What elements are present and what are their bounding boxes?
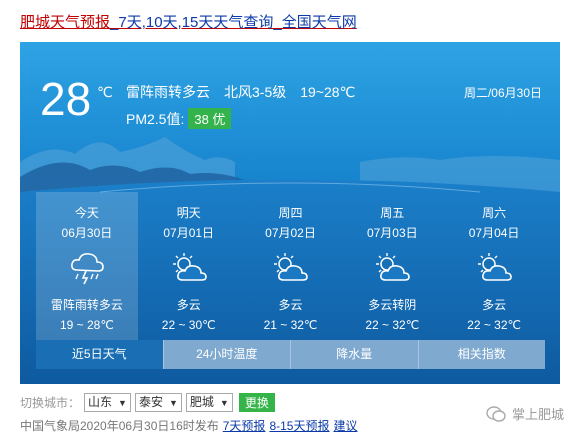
city-switch-label: 切换城市： bbox=[20, 395, 81, 410]
forecast-day: 周五 07月03日 多云转阴 22 ~ 32℃ bbox=[341, 192, 443, 340]
county-value: 肥城 bbox=[189, 394, 214, 409]
chevron-down-icon: ▼ bbox=[219, 397, 229, 408]
title-link-part[interactable]: _7天,10天,15天天气查询_全国天气网 bbox=[110, 14, 357, 31]
title-city-part[interactable]: 肥城天气预报 bbox=[20, 14, 110, 31]
day-condition: 多云 bbox=[176, 298, 201, 312]
change-city-button[interactable]: 更换 bbox=[238, 392, 275, 412]
day-name: 周六 bbox=[482, 206, 507, 220]
city-select[interactable]: 泰安 ▼ bbox=[134, 392, 182, 412]
partly-cloudy-icon bbox=[169, 250, 209, 286]
tab-precipitation[interactable]: 降水量 bbox=[290, 340, 418, 369]
day-temp-range: 21 ~ 32℃ bbox=[263, 318, 318, 332]
partly-cloudy-icon bbox=[474, 250, 514, 286]
day-date: 07月02日 bbox=[265, 226, 316, 240]
current-condition-line: 雷阵雨转多云 北风3-5级 19~28℃ bbox=[126, 82, 369, 102]
page-title[interactable]: 肥城天气预报_7天,10天,15天天气查询_全国天气网 bbox=[20, 11, 357, 32]
watermark: 掌上肥城 bbox=[486, 404, 564, 423]
day-date: 06月30日 bbox=[61, 226, 113, 240]
chevron-down-icon: ▼ bbox=[118, 397, 127, 408]
day-date: 07月03日 bbox=[366, 226, 418, 240]
current-wind: 北风3-5级 bbox=[224, 84, 287, 100]
day-temp-range: 22 ~ 32℃ bbox=[365, 318, 420, 332]
tab-5day[interactable]: 近5日天气 bbox=[36, 340, 163, 369]
day-condition: 雷阵雨转多云 bbox=[50, 298, 123, 312]
province-select[interactable]: 山东 ▼ bbox=[84, 392, 131, 412]
partly-cloudy-icon bbox=[270, 250, 310, 286]
current-condition: 雷阵雨转多云 bbox=[126, 84, 210, 100]
province-value: 山东 bbox=[88, 394, 113, 409]
wechat-icon bbox=[486, 405, 506, 422]
tab-24h-temp[interactable]: 24小时温度 bbox=[162, 340, 290, 369]
pm25-line: PM2.5值: 38 优 bbox=[126, 108, 232, 129]
pm25-badge: 38 优 bbox=[188, 108, 232, 129]
link-7day[interactable]: 7天预报 bbox=[223, 419, 266, 433]
day-date: 07月04日 bbox=[468, 226, 520, 240]
weather-panel: 28 ℃ 雷阵雨转多云 北风3-5级 19~28℃ PM2.5值: 38 优 周二/0… bbox=[20, 42, 560, 384]
forecast-day: 周四 07月02日 多云 21 ~ 32℃ bbox=[240, 192, 342, 340]
chevron-down-icon: ▼ bbox=[168, 397, 178, 408]
partly-cloudy-icon bbox=[372, 250, 412, 286]
day-date: 07月01日 bbox=[163, 226, 215, 240]
day-name: 明天 bbox=[176, 206, 201, 220]
day-temp-range: 22 ~ 32℃ bbox=[467, 318, 522, 332]
pm25-label: PM2.5值: bbox=[126, 111, 185, 127]
day-name: 周五 bbox=[380, 206, 405, 220]
day-condition: 多云 bbox=[482, 298, 507, 312]
watermark-text: 掌上肥城 bbox=[511, 407, 564, 422]
link-suggest[interactable]: 建议 bbox=[333, 419, 357, 433]
day-condition: 多云 bbox=[278, 298, 303, 312]
tab-indices[interactable]: 相关指数 bbox=[417, 340, 545, 369]
day-condition: 多云转阴 bbox=[368, 298, 417, 312]
current-range: 19~28℃ bbox=[300, 84, 356, 100]
thunderstorm-icon bbox=[67, 250, 107, 286]
county-select[interactable]: 肥城 ▼ bbox=[185, 392, 233, 412]
forecast-day: 周六 07月04日 多云 22 ~ 32℃ bbox=[443, 192, 545, 340]
current-temperature: 28 bbox=[40, 73, 92, 125]
day-name: 今天 bbox=[74, 206, 99, 220]
forecast-day: 今天 06月30日 雷阵雨转多云 19 ~ 28℃ bbox=[36, 192, 138, 340]
footer: 中国气象局2020年06月30日16时发布 7天预报 8-15天预报 建议 bbox=[20, 417, 357, 434]
current-date: 周二/06月30日 bbox=[463, 86, 542, 100]
city-value: 泰安 bbox=[138, 394, 163, 409]
source-text: 中国气象局2020年06月30日16时发布 bbox=[20, 419, 219, 433]
day-name: 周四 bbox=[278, 206, 303, 220]
forecast-days: 今天 06月30日 雷阵雨转多云 19 ~ 28℃ 明天 07月01日 多云 2… bbox=[36, 192, 545, 340]
link-8-15day[interactable]: 8-15天预报 bbox=[269, 419, 329, 433]
temperature-unit: ℃ bbox=[97, 84, 113, 100]
forecast-day: 明天 07月01日 多云 22 ~ 30℃ bbox=[138, 192, 240, 340]
day-temp-range: 19 ~ 28℃ bbox=[59, 318, 114, 332]
forecast-tabs: 近5日天气 24小时温度 降水量 相关指数 bbox=[36, 340, 545, 369]
city-switch-row: 切换城市： 山东 ▼ 泰安 ▼ 肥城 ▼ 更换 bbox=[20, 392, 275, 412]
day-temp-range: 22 ~ 30℃ bbox=[161, 318, 216, 332]
